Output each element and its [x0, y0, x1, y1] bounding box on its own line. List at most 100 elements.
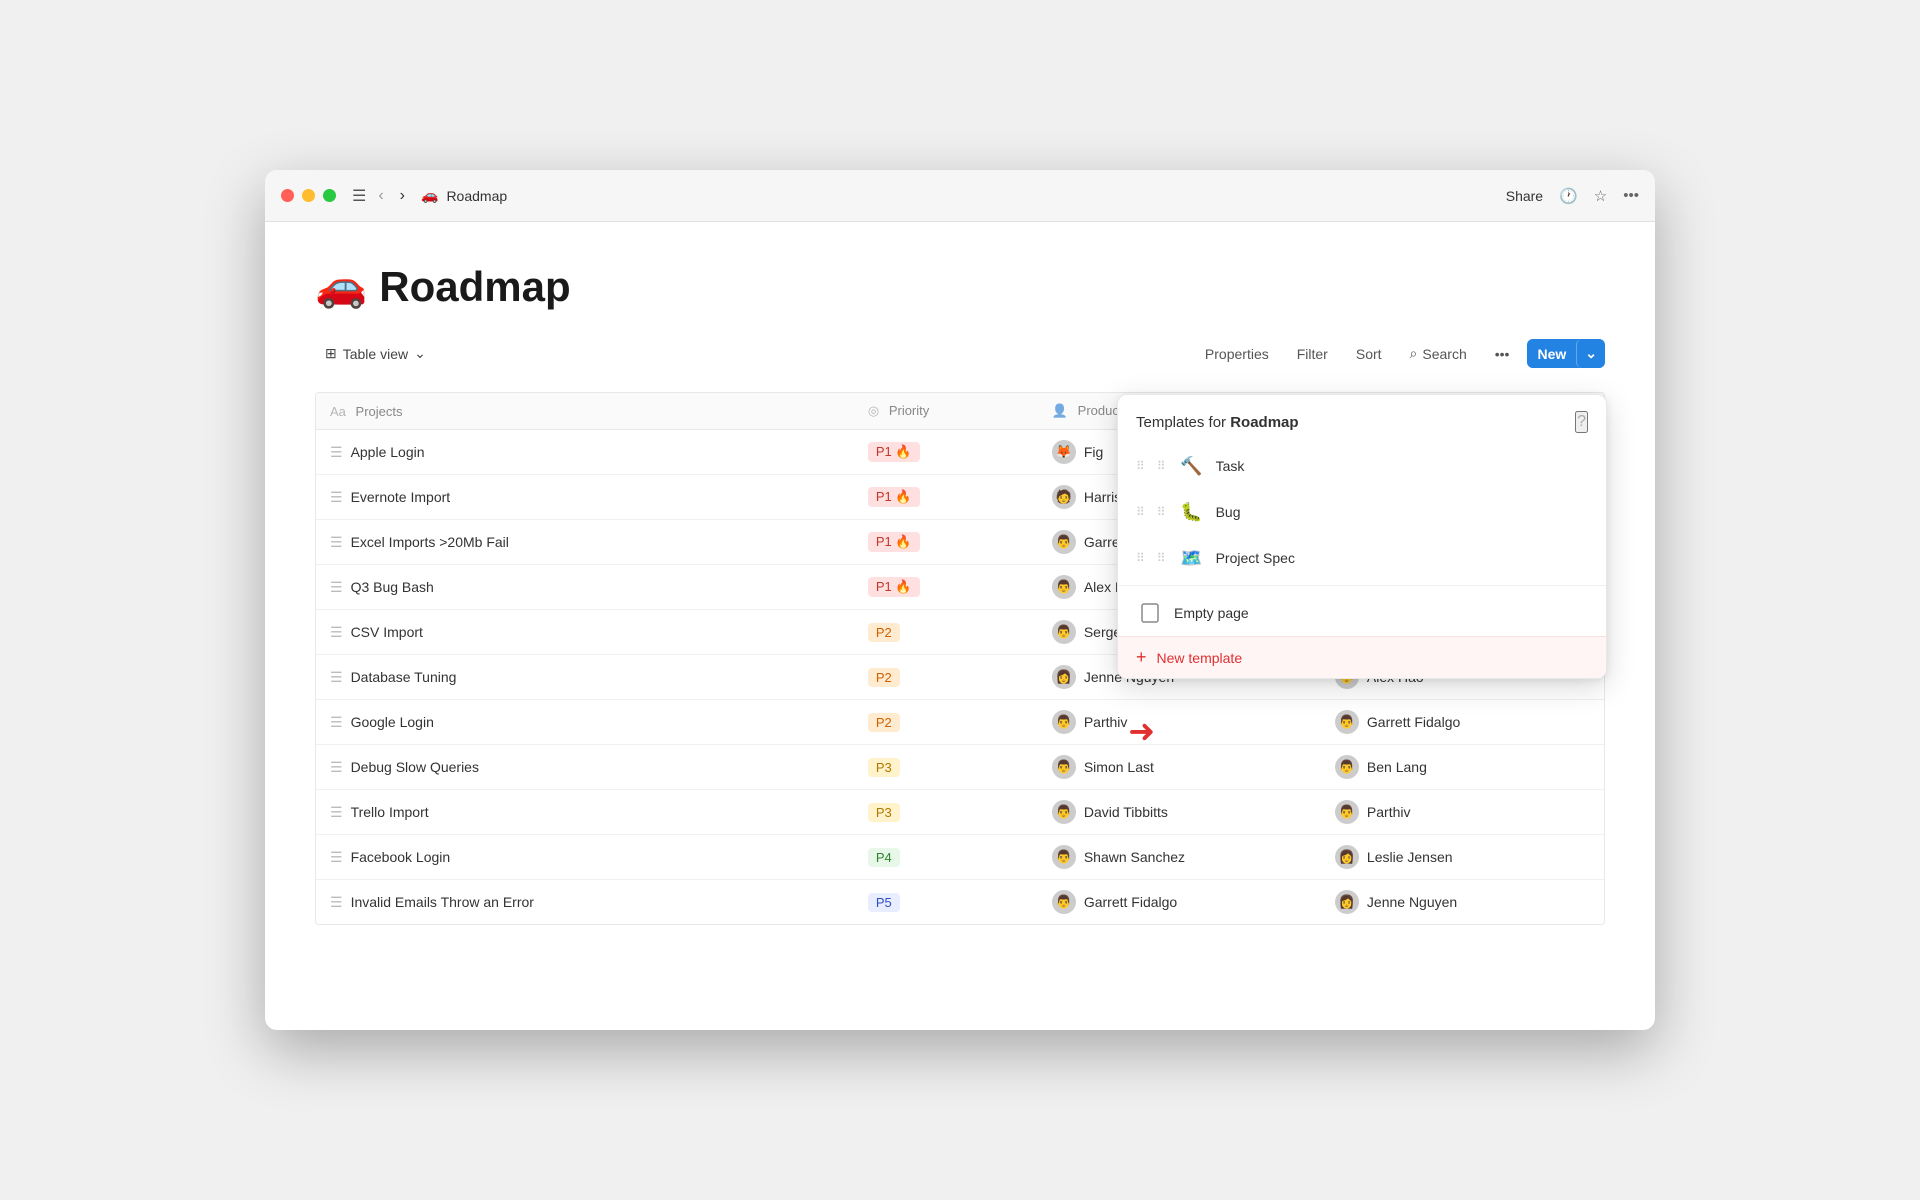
priority-badge: P4	[868, 848, 900, 867]
new-button[interactable]: New	[1527, 339, 1576, 368]
row-doc-icon: ☰	[330, 624, 343, 641]
extra-person-cell: 👨Garrett Fidalgo	[1335, 710, 1590, 734]
table-row[interactable]: ☰Google LoginP2👨Parthiv👨Garrett Fidalgo	[316, 700, 1604, 745]
new-template-label: New template	[1157, 650, 1243, 666]
drag-handle-task: ⠿	[1136, 459, 1145, 473]
drag-handle-bug2: ⠿	[1157, 505, 1166, 519]
template-item-project-spec[interactable]: ⠿ ⠿ 🗺️ Project Spec •••	[1118, 535, 1606, 581]
row-doc-icon: ☰	[330, 669, 343, 686]
avatar: 👨	[1052, 845, 1076, 869]
template-item-empty-page[interactable]: Empty page	[1118, 590, 1606, 636]
project-cell: ☰Evernote Import	[330, 489, 840, 506]
avatar: 👩	[1052, 665, 1076, 689]
back-button[interactable]: ‹	[374, 185, 387, 207]
project-name: Apple Login	[351, 444, 425, 460]
row-doc-icon: ☰	[330, 759, 343, 776]
templates-dropdown: Templates for Roadmap ? ⠿ ⠿ 🔨 Task ••• ⠿…	[1117, 394, 1607, 679]
avatar: 👨	[1052, 710, 1076, 734]
page-name-titlebar: Roadmap	[446, 188, 507, 204]
table-row[interactable]: ☰Invalid Emails Throw an ErrorP5👨Garrett…	[316, 880, 1604, 925]
new-button-wrapper: New ⌄	[1527, 339, 1605, 368]
project-name: Excel Imports >20Mb Fail	[351, 534, 509, 550]
template-item-task[interactable]: ⠿ ⠿ 🔨 Task •••	[1118, 443, 1606, 489]
new-template-plus-icon: +	[1136, 647, 1147, 668]
col-header-priority[interactable]: ◎ Priority	[854, 393, 1038, 430]
filter-button[interactable]: Filter	[1287, 341, 1338, 367]
table-row[interactable]: ☰Facebook LoginP4👨Shawn Sanchez👩Leslie J…	[316, 835, 1604, 880]
page-title-text: Roadmap	[379, 263, 570, 311]
share-button[interactable]: Share	[1506, 188, 1543, 204]
pm-name: Garrett Fidalgo	[1084, 894, 1177, 910]
drag-handle-bug: ⠿	[1136, 505, 1145, 519]
priority-col-icon: ◎	[868, 403, 879, 418]
titlebar: ☰ ‹ › 🚗 Roadmap Share 🕐 ☆ •••	[265, 170, 1655, 222]
priority-badge: P2	[868, 668, 900, 687]
project-cell: ☰CSV Import	[330, 624, 840, 641]
row-doc-icon: ☰	[330, 444, 343, 461]
new-dropdown-button[interactable]: ⌄	[1576, 339, 1605, 368]
dropdown-title: Templates for Roadmap	[1136, 414, 1299, 431]
more-options-button[interactable]: •••	[1485, 341, 1520, 367]
extra-person-name: Leslie Jensen	[1367, 849, 1453, 865]
maximize-button[interactable]	[323, 189, 336, 202]
avatar: 👩	[1335, 890, 1359, 914]
arrow-indicator: ➜	[1128, 712, 1155, 750]
extra-person-cell: 👨Parthiv	[1335, 800, 1590, 824]
star-button[interactable]: ☆	[1594, 187, 1607, 205]
sort-button[interactable]: Sort	[1346, 341, 1392, 367]
drag-handle-ps2: ⠿	[1157, 551, 1166, 565]
new-template-row[interactable]: + New template	[1118, 636, 1606, 678]
project-name: Invalid Emails Throw an Error	[351, 894, 534, 910]
project-cell: ☰ Apple Login	[330, 444, 840, 461]
project-name: Q3 Bug Bash	[351, 579, 434, 595]
forward-button[interactable]: ›	[396, 185, 409, 207]
view-selector[interactable]: ⊞ Table view ⌄	[315, 340, 436, 367]
close-button[interactable]	[281, 189, 294, 202]
col-header-projects[interactable]: Aa Projects	[316, 393, 854, 430]
pm-name: Simon Last	[1084, 759, 1154, 775]
extra-person-cell: 👩 Jenne Nguyen	[1335, 890, 1590, 914]
avatar: 👨	[1335, 755, 1359, 779]
nav-controls: ‹ ›	[374, 185, 409, 207]
project-name: Evernote Import	[351, 489, 451, 505]
pm-cell: 👨Garrett Fidalgo	[1052, 890, 1307, 914]
project-name: Google Login	[351, 714, 434, 730]
extra-person-name: Jenne Nguyen	[1367, 894, 1457, 910]
project-cell: ☰Invalid Emails Throw an Error	[330, 894, 840, 911]
pm-cell: 👨Simon Last	[1052, 755, 1307, 779]
avatar: 👨	[1052, 575, 1076, 599]
row-doc-icon: ☰	[330, 534, 343, 551]
more-actions-button[interactable]: •••	[1623, 187, 1639, 204]
view-icon: ⊞	[325, 345, 337, 362]
priority-badge: P3	[868, 758, 900, 777]
pm-cell: 👨Shawn Sanchez	[1052, 845, 1307, 869]
search-button[interactable]: ⌕ Search	[1400, 340, 1477, 367]
project-cell: ☰Debug Slow Queries	[330, 759, 840, 776]
pm-name: Fig	[1084, 444, 1103, 460]
projects-col-icon: Aa	[330, 404, 346, 419]
bug-template-icon: 🐛	[1178, 498, 1206, 526]
table-row[interactable]: ☰Debug Slow QueriesP3👨Simon Last👨Ben Lan…	[316, 745, 1604, 790]
properties-button[interactable]: Properties	[1195, 341, 1279, 367]
drag-handle-task2: ⠿	[1157, 459, 1166, 473]
page-heading: 🚗 Roadmap	[315, 262, 1605, 311]
hamburger-button[interactable]: ☰	[352, 186, 366, 206]
table-row[interactable]: ☰Trello ImportP3👨David Tibbitts👨Parthiv	[316, 790, 1604, 835]
col-label-projects: Projects	[356, 404, 403, 419]
chevron-down-icon: ⌄	[414, 345, 426, 362]
priority-badge: P1 🔥	[868, 442, 920, 462]
project-name: Trello Import	[351, 804, 429, 820]
history-button[interactable]: 🕐	[1559, 187, 1578, 205]
avatar: 👨	[1052, 620, 1076, 644]
dropdown-title-page: Roadmap	[1230, 414, 1298, 431]
extra-person-name: Garrett Fidalgo	[1367, 714, 1460, 730]
minimize-button[interactable]	[302, 189, 315, 202]
priority-badge: P1 🔥	[868, 487, 920, 507]
template-item-bug[interactable]: ⠿ ⠿ 🐛 Bug •••	[1118, 489, 1606, 535]
row-doc-icon: ☰	[330, 714, 343, 731]
priority-badge: P2	[868, 623, 900, 642]
app-window: ☰ ‹ › 🚗 Roadmap Share 🕐 ☆ ••• 🚗 Roadmap …	[265, 170, 1655, 1030]
titlebar-actions: Share 🕐 ☆ •••	[1506, 187, 1639, 205]
view-label: Table view	[343, 346, 408, 362]
dropdown-help-button[interactable]: ?	[1575, 411, 1588, 433]
